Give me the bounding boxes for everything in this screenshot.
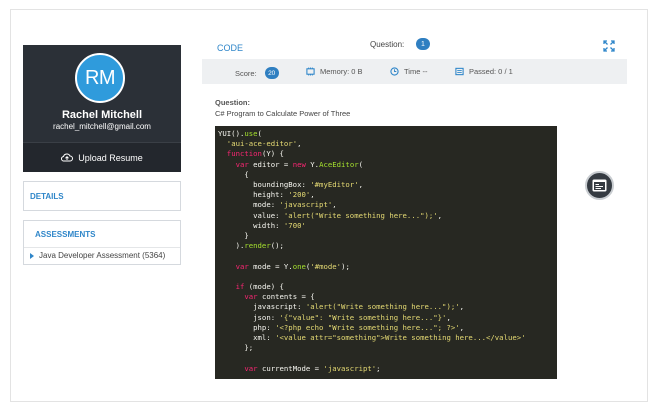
code-line: if (mode) { bbox=[235, 282, 284, 292]
question-number-badge[interactable]: 1 bbox=[416, 38, 430, 50]
time-stat: Time -- bbox=[390, 67, 427, 76]
code-line: var mode = Y.one('#mode'); bbox=[235, 261, 350, 271]
cloud-upload-icon bbox=[61, 153, 74, 162]
code-line: json: '{"value": "Write something here..… bbox=[218, 312, 451, 322]
passed-stat: Passed: 0 / 1 bbox=[455, 67, 513, 76]
divider bbox=[24, 247, 180, 248]
console-toggle-button[interactable] bbox=[585, 171, 614, 200]
code-line: xml: '<value attr="something">Write some… bbox=[218, 333, 526, 343]
code-line: var contents = { bbox=[244, 292, 315, 302]
code-line: }; bbox=[218, 343, 254, 353]
memory-icon bbox=[306, 67, 315, 76]
question-text: C# Program to Calculate Power of Three bbox=[215, 109, 351, 118]
stats-bar: Score: 20 Memory: 0 B Time -- Passed: 0 … bbox=[202, 59, 627, 84]
clock-icon bbox=[390, 67, 399, 76]
question-heading: Question: bbox=[215, 98, 250, 107]
time-value: Time -- bbox=[404, 67, 428, 76]
nav-assessments[interactable]: ASSESSMENTS bbox=[35, 230, 95, 239]
code-tab[interactable]: CODE bbox=[217, 43, 243, 53]
code-line: width: '700' bbox=[218, 220, 306, 230]
code-line: 'aui-ace-editor', bbox=[226, 139, 302, 149]
upload-resume-button[interactable]: Upload Resume bbox=[23, 142, 181, 172]
code-line: YUI().use( bbox=[218, 129, 262, 138]
profile-name: Rachel Mitchell bbox=[61, 109, 143, 121]
profile-card: RM Rachel Mitchell rachel_mitchell@gmail… bbox=[23, 45, 181, 172]
console-icon bbox=[592, 179, 607, 192]
memory-stat: Memory: 0 B bbox=[306, 67, 363, 76]
code-line: var editor = new Y.AceEditor( bbox=[235, 159, 364, 169]
expand-icon[interactable] bbox=[603, 40, 615, 52]
code-line: php: '<?php echo "Write something here..… bbox=[218, 322, 465, 332]
code-line: ).render(); bbox=[218, 241, 284, 251]
code-line: var currentMode = 'javascript'; bbox=[244, 363, 381, 373]
code-line: } bbox=[218, 231, 249, 241]
question-label: Question: bbox=[370, 40, 405, 49]
avatar: RM bbox=[75, 53, 125, 103]
code-line: value: 'alert("Write something here...")… bbox=[218, 210, 443, 220]
code-line: boundingBox: '#myEditor', bbox=[218, 180, 363, 190]
upload-resume-label: Upload Resume bbox=[78, 152, 143, 163]
assessments-panel: ASSESSMENTS Java Developer Assessment (5… bbox=[23, 220, 181, 265]
passed-value: Passed: 0 / 1 bbox=[469, 67, 513, 76]
score-label: Score: bbox=[235, 68, 257, 78]
memory-value: Memory: 0 B bbox=[320, 67, 363, 76]
assessment-item-label: Java Developer Assessment (5364) bbox=[39, 251, 166, 260]
score-badge: 20 bbox=[264, 67, 279, 79]
nav-details[interactable]: DETAILS bbox=[23, 181, 181, 211]
code-editor[interactable]: YUI().use( 'aui-ace-editor', function(Y)… bbox=[215, 126, 557, 379]
score-stat: Score: 20 bbox=[235, 67, 279, 79]
profile-email: rachel_mitchell@gmail.com bbox=[53, 122, 151, 131]
code-line: javascript: 'alert("Write something here… bbox=[218, 302, 465, 312]
caret-right-icon bbox=[30, 252, 34, 259]
list-icon bbox=[455, 67, 464, 76]
code-line: mode: 'javascript', bbox=[218, 200, 337, 210]
assessment-item[interactable]: Java Developer Assessment (5364) bbox=[30, 251, 165, 260]
code-line: function(Y) { bbox=[226, 149, 284, 159]
code-line: { bbox=[218, 169, 249, 179]
code-line: height: '200', bbox=[218, 190, 315, 200]
